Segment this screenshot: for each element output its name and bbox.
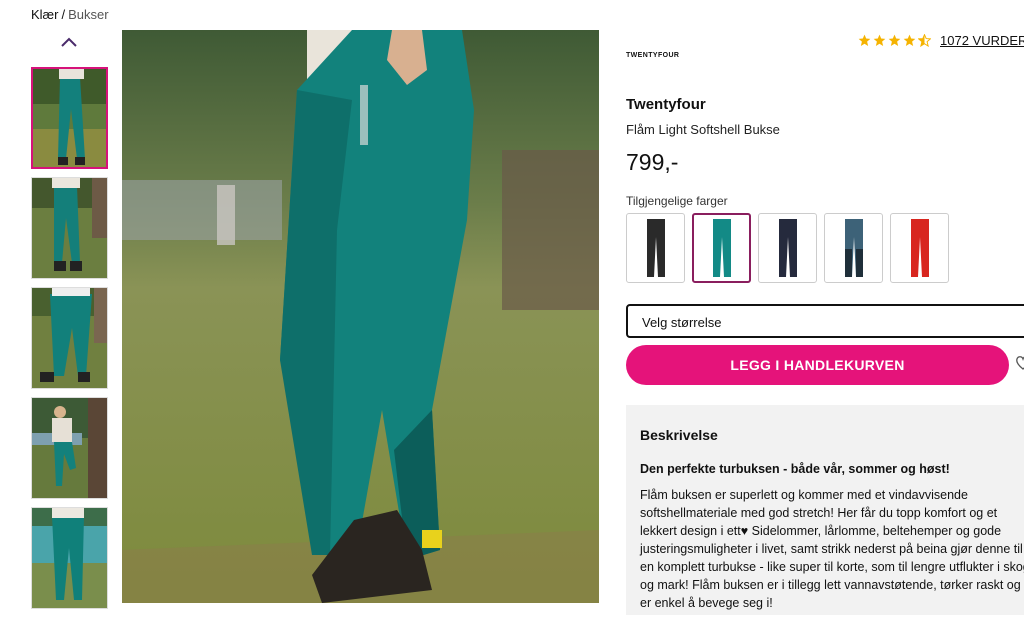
product-name: Flåm Light Softshell Bukse xyxy=(626,122,780,137)
thumbnail-scroll-up-button[interactable] xyxy=(58,32,80,52)
description-panel: Beskrivelse Den perfekte turbuksen - båd… xyxy=(626,405,1024,615)
thumbnail-image xyxy=(33,69,106,167)
thumbnail-2[interactable] xyxy=(31,177,108,279)
brand-logo: TWENTYFOUR xyxy=(626,52,680,59)
star-icon xyxy=(873,34,886,47)
product-price: 799,- xyxy=(626,149,679,175)
star-icon xyxy=(903,34,916,47)
pants-icon xyxy=(712,219,731,277)
thumbnail-4[interactable] xyxy=(31,397,108,499)
color-swatch-red[interactable] xyxy=(890,213,949,283)
thumbnail-list xyxy=(31,67,108,617)
star-icon xyxy=(858,34,871,47)
color-swatch-blue-slate[interactable] xyxy=(824,213,883,283)
breadcrumb-separator: / xyxy=(61,7,66,22)
color-swatch-navy[interactable] xyxy=(758,213,817,283)
color-swatch-black[interactable] xyxy=(626,213,685,283)
heart-icon[interactable] xyxy=(1016,353,1024,373)
star-icon xyxy=(888,34,901,47)
thumbnail-image xyxy=(32,398,107,498)
product-photo xyxy=(122,30,599,603)
size-select[interactable]: Velg størrelse xyxy=(626,304,1024,338)
color-swatches xyxy=(626,213,956,283)
color-swatch-teal[interactable] xyxy=(692,213,751,283)
breadcrumb-root[interactable]: Klær xyxy=(31,7,58,22)
thumbnail-image xyxy=(32,288,107,388)
add-to-cart-button[interactable]: LEGG I HANDLEKURVEN xyxy=(626,345,1009,385)
breadcrumb-current[interactable]: Bukser xyxy=(68,7,108,22)
breadcrumb: Klær / Bukser xyxy=(31,7,109,22)
thumbnail-1[interactable] xyxy=(31,67,108,169)
pants-icon xyxy=(844,219,863,277)
thumbnail-3[interactable] xyxy=(31,287,108,389)
half-star-icon xyxy=(918,34,931,47)
description-title: Beskrivelse xyxy=(640,427,718,443)
main-product-image[interactable] xyxy=(122,30,599,603)
description-subtitle: Den perfekte turbuksen - både vår, somme… xyxy=(640,462,950,476)
thumbnail-image xyxy=(32,178,107,278)
chevron-up-icon xyxy=(61,37,77,47)
thumbnail-image xyxy=(32,508,107,608)
rating[interactable]: 1072 VURDERINGER xyxy=(858,33,1024,48)
pants-icon xyxy=(910,219,929,277)
colors-label: Tilgjengelige farger xyxy=(626,194,728,208)
pants-icon xyxy=(646,219,665,277)
rating-count-link[interactable]: 1072 VURDERINGER xyxy=(940,33,1024,48)
product-brand: Twentyfour xyxy=(626,96,706,113)
thumbnail-5[interactable] xyxy=(31,507,108,609)
pants-icon xyxy=(778,219,797,277)
description-text: Flåm buksen er superlett og kommer med e… xyxy=(640,488,1024,610)
